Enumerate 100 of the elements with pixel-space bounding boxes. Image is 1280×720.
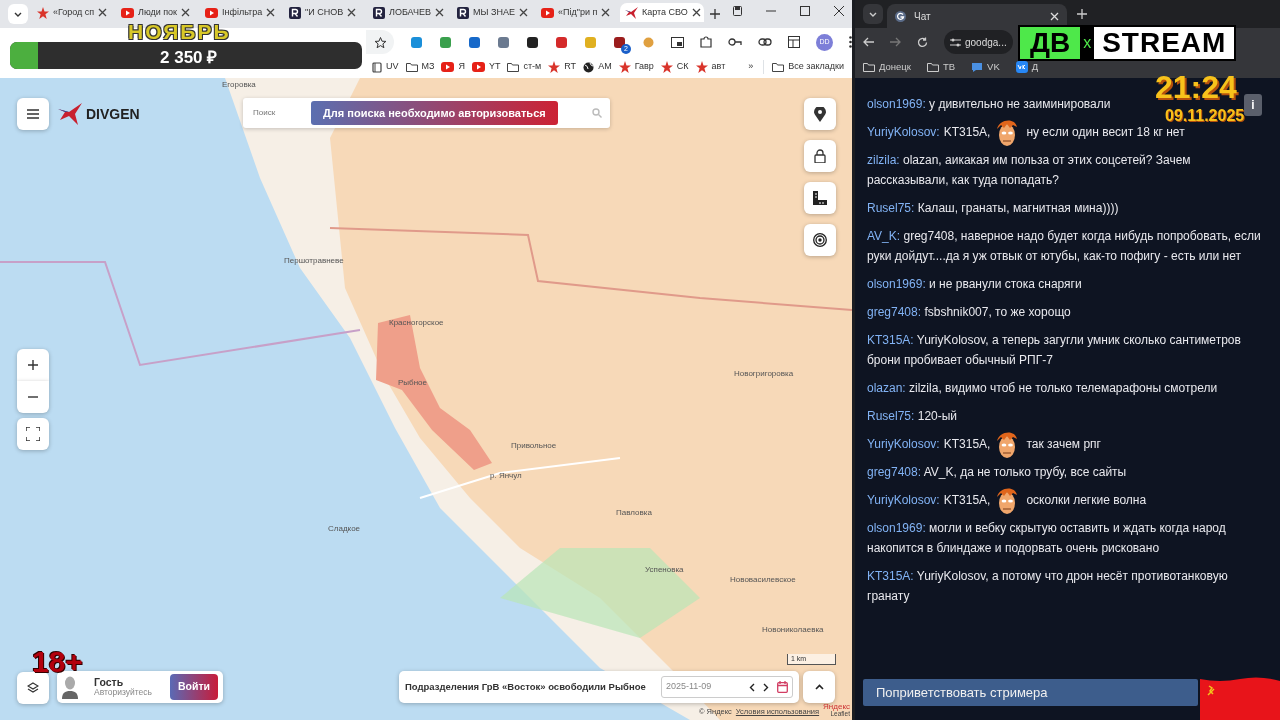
age-rating: 18+ (32, 646, 83, 678)
bookmark[interactable]: Донецк (863, 59, 911, 75)
bookmark[interactable]: AM (583, 60, 612, 74)
chat-message: KT315A: YuriyKolosov, а теперь загугли умник сколько сантиметров брони пробивает обычный РПГ-7 (867, 332, 1242, 369)
chat-username[interactable]: olson1969: (867, 521, 926, 535)
bookmark[interactable]: ТВ (926, 59, 956, 75)
place-label: Егоровка (222, 79, 256, 91)
chat-username[interactable]: KT315A: (867, 333, 914, 347)
save-icon[interactable] (733, 6, 742, 16)
star-logo-icon (548, 61, 561, 73)
tune-icon[interactable] (950, 37, 961, 47)
chat-message: zilzila: olazan, аикакая им польза от этих соцсетей? Зачем рассказывали, как туда попадать? (867, 152, 1192, 189)
maximize-icon[interactable] (800, 6, 810, 16)
play-icon (441, 62, 455, 72)
browser-tab[interactable]: Інфільтра (200, 3, 284, 22)
extension-icon[interactable] (613, 35, 626, 49)
extension-icon[interactable] (526, 35, 539, 49)
star-outline-icon[interactable] (375, 36, 386, 48)
browser-tab[interactable]: "И СНОВ (284, 3, 368, 22)
chat-username[interactable]: greg7408: (867, 305, 922, 319)
tab-list-button[interactable] (8, 4, 28, 24)
back-icon[interactable] (863, 37, 874, 47)
new-tab-icon[interactable] (710, 9, 720, 19)
chat-username[interactable]: KT315A: (867, 569, 914, 583)
layout-icon[interactable] (788, 36, 800, 48)
browser-tab[interactable]: МЫ ЗНАЕ (452, 3, 536, 22)
close-icon[interactable] (434, 8, 444, 17)
chat-username[interactable]: olson1969: (867, 97, 926, 111)
bookmark[interactable]: МЗ (405, 60, 435, 74)
chat-username[interactable]: olazan: (867, 381, 906, 395)
bookmark[interactable]: UV (372, 60, 399, 74)
bookmark[interactable]: VK (971, 59, 1000, 75)
greet-streamer-button[interactable]: Поприветствовать стримера (863, 679, 1198, 706)
reload-icon[interactable] (917, 36, 928, 48)
calendar-icon[interactable] (777, 681, 788, 693)
search-field[interactable]: Поиск Для поиска необходимо авторизоваться (243, 98, 610, 128)
browser-tab[interactable]: ЛОБАЧЕВ (368, 3, 452, 22)
chat-username[interactable]: YuriyKolosov: (867, 122, 940, 142)
chat-username[interactable]: Rusel75: (867, 409, 915, 423)
chevron-left-icon[interactable] (749, 682, 755, 692)
all-bookmarks[interactable]: Все закладки (763, 60, 844, 74)
folder-icon (507, 62, 520, 72)
chat-username[interactable]: AV_K: (867, 229, 901, 243)
tab-list-button[interactable] (863, 4, 883, 24)
play-icon (205, 7, 218, 18)
bookmark[interactable]: Д (1015, 59, 1039, 75)
more-icon[interactable] (849, 36, 852, 48)
close-icon[interactable] (691, 8, 701, 17)
browser-tab[interactable]: «Город сп (32, 3, 116, 22)
chat-username[interactable]: YuriyKolosov: (867, 490, 940, 510)
star-logo-icon (695, 61, 708, 73)
browser-tab[interactable]: Люди пок (116, 3, 200, 22)
chat-username[interactable]: zilzila: (867, 153, 900, 167)
chat-icon (971, 61, 984, 73)
browser-tab[interactable]: Карта СВО (620, 3, 704, 22)
bookmark[interactable]: Гавр (618, 60, 654, 74)
folder-icon (405, 62, 418, 72)
date-field[interactable]: 2025-11-09 (661, 676, 793, 698)
address-field[interactable]: goodga... (944, 30, 1013, 54)
bookmark[interactable]: Я (441, 60, 465, 74)
close-icon[interactable] (347, 8, 357, 17)
bookmark[interactable]: RT (548, 60, 577, 74)
bookmark[interactable]: YT (471, 60, 501, 74)
close-icon[interactable] (181, 8, 191, 17)
bookmark[interactable]: СК (660, 60, 689, 74)
chevron-right-icon[interactable] (763, 682, 769, 692)
address-field[interactable] (366, 30, 394, 54)
close-icon[interactable] (98, 8, 108, 17)
menu-button[interactable] (17, 98, 49, 130)
close-icon[interactable] (518, 8, 528, 17)
bookmark[interactable]: ст-м (507, 60, 542, 74)
key-icon[interactable] (728, 38, 742, 46)
chat-username[interactable]: olson1969: (867, 277, 926, 291)
place-label: Нововасилевское (730, 574, 796, 586)
chat-username[interactable]: Rusel75: (867, 201, 915, 215)
target-icon (813, 233, 827, 247)
pin-button[interactable] (804, 98, 836, 130)
close-icon[interactable] (834, 6, 844, 16)
layers-button[interactable] (17, 672, 49, 704)
ruler-button[interactable] (804, 182, 836, 214)
target-button[interactable] (804, 224, 836, 256)
browser-tab[interactable]: «Під"ри п (536, 3, 620, 22)
login-button[interactable]: Войти (170, 674, 218, 700)
star-logo-icon (37, 6, 49, 19)
browser-tab[interactable]: Чат (887, 4, 1067, 28)
info-button[interactable]: i (1244, 94, 1262, 116)
fullscreen-button[interactable] (17, 418, 49, 450)
picture-in-picture-icon[interactable] (671, 36, 684, 48)
close-icon[interactable] (266, 8, 276, 17)
chat-username[interactable]: greg7408: (867, 465, 922, 479)
login-required-button[interactable]: Для поиска необходимо авторизоваться (311, 101, 558, 125)
chat-username[interactable]: YuriyKolosov: (867, 434, 940, 454)
forward-icon[interactable] (890, 37, 901, 47)
zoom-in-button[interactable] (17, 349, 49, 381)
place-label: Рыбное (398, 377, 427, 389)
close-icon[interactable] (601, 8, 611, 17)
link-icon[interactable] (758, 38, 772, 46)
lock-button[interactable] (804, 140, 836, 172)
bookmark[interactable]: авт (695, 60, 726, 74)
bookmarks-overflow[interactable]: » (748, 60, 754, 74)
